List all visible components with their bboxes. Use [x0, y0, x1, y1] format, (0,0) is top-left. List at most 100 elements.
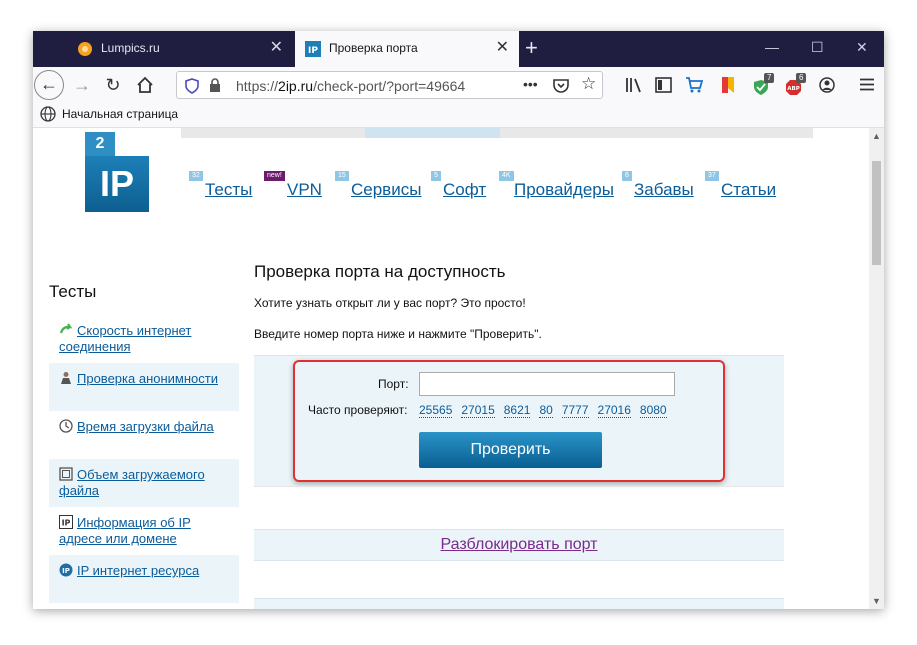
browser-window: Lumpics.ru ✕ IP Проверка порта ✕ + — ☐ ✕… — [33, 31, 884, 609]
shield-badge-count: 7 — [764, 73, 775, 83]
menu-badge: 4K — [499, 171, 514, 181]
menu-badge: new! — [264, 171, 285, 181]
bookmarks-toolbar: Начальная страница — [33, 103, 884, 128]
orange-favicon-icon — [78, 42, 92, 56]
person-icon — [61, 372, 71, 384]
tab-lumpics[interactable]: Lumpics.ru ✕ — [67, 31, 293, 67]
menu-badge: 6 — [622, 171, 632, 181]
highlight-frame: Порт: Часто проверяют: 25565 27015 8621 80 7… — [293, 360, 725, 482]
url-prefix: https:// — [236, 78, 279, 94]
ip-box-icon: IP — [59, 515, 73, 529]
account-icon[interactable] — [819, 77, 835, 93]
navigation-toolbar: ← → ↻ https://2ip.ru/check-port/?port=49… — [33, 67, 884, 103]
back-button[interactable]: ← — [34, 70, 64, 100]
shield-extension-button[interactable]: 7 — [753, 73, 775, 97]
url-host: 2ip.ru — [278, 78, 314, 94]
page-title: Проверка порта на доступность — [254, 262, 506, 281]
cart-icon[interactable] — [685, 76, 703, 94]
menu-badge: 32 — [189, 171, 203, 181]
scrollbar-thumb[interactable] — [872, 161, 881, 265]
frequent-ports-label: Часто проверяют: — [308, 403, 408, 417]
menu-item-vpn[interactable]: VPN — [287, 180, 322, 200]
reload-button[interactable]: ↻ — [101, 73, 125, 97]
speed-arrow-icon — [59, 323, 73, 334]
pocket-icon[interactable] — [553, 78, 569, 93]
unblock-port-link[interactable]: Разблокировать порт — [254, 536, 784, 554]
port-link-7777[interactable]: 7777 — [561, 403, 589, 418]
sidebar-link-label: Время загрузки файла — [77, 419, 214, 434]
port-link-25565[interactable]: 25565 — [419, 403, 453, 418]
sidebar-item-download-time: Время загрузки файла — [49, 411, 239, 459]
menu-item-services[interactable]: Сервисы — [351, 180, 421, 200]
port-link-8621[interactable]: 8621 — [503, 403, 531, 418]
sidebar-link-label: Объем загружаемого файла — [59, 467, 205, 498]
sidebar-link-anonymity[interactable]: Проверка анонимности — [59, 371, 235, 387]
sidebar-item-speed: Скорость интернет соединения — [49, 315, 239, 363]
tab-title: Проверка порта — [329, 41, 418, 55]
divider — [254, 486, 784, 487]
unblock-bar: Разблокировать порт — [254, 529, 784, 561]
url-text[interactable]: https://2ip.ru/check-port/?port=49664 — [236, 78, 465, 94]
ip-globe-icon: IP — [59, 563, 73, 577]
forward-button[interactable]: → — [70, 73, 94, 97]
site-logo-small[interactable]: 2 — [85, 132, 115, 156]
tracking-shield-icon[interactable] — [185, 78, 199, 94]
port-check-form: Порт: Часто проверяют: 25565 27015 8621 80 7… — [254, 355, 784, 486]
menu-badge: 15 — [335, 171, 349, 181]
minimize-icon[interactable]: — — [765, 37, 779, 57]
menu-item-tests[interactable]: Тесты — [205, 180, 252, 200]
url-bar[interactable]: https://2ip.ru/check-port/?port=49664 ••… — [176, 71, 603, 99]
hamburger-menu-icon[interactable] — [860, 78, 874, 91]
close-window-icon[interactable]: ✕ — [856, 37, 868, 57]
menu-item-software[interactable]: Софт — [443, 180, 486, 200]
bookmark-home-page[interactable]: Начальная страница — [62, 107, 178, 121]
sidebar-link-file-size[interactable]: Объем загружаемого файла — [59, 467, 235, 499]
menu-item-articles[interactable]: Статьи — [721, 180, 776, 200]
menu-item-fun[interactable]: Забавы — [634, 180, 694, 200]
check-button[interactable]: Проверить — [419, 432, 602, 468]
adblock-badge-count: 6 — [796, 73, 807, 83]
adblock-extension-button[interactable]: ABP 6 — [785, 73, 809, 97]
svg-text:ABP: ABP — [787, 86, 799, 92]
sidebar-title: Тесты — [49, 282, 97, 301]
menu-badge: 37 — [705, 171, 719, 181]
lock-icon[interactable] — [209, 78, 221, 93]
bookmark-star-icon[interactable]: ☆ — [581, 74, 596, 94]
sidebar-link-label: Проверка анонимности — [77, 371, 218, 386]
maximize-icon[interactable]: ☐ — [811, 37, 824, 57]
library-icon[interactable] — [625, 77, 643, 93]
port-link-8080[interactable]: 8080 — [639, 403, 667, 418]
frame-icon — [59, 467, 73, 481]
bookmark-ribbon-icon[interactable] — [721, 76, 735, 94]
scroll-up-icon[interactable]: ▲ — [872, 131, 881, 141]
tab-bar: Lumpics.ru ✕ IP Проверка порта ✕ + — ☐ ✕ — [33, 31, 884, 67]
menu-badge: 5 — [431, 171, 441, 181]
svg-text:IP: IP — [62, 567, 70, 575]
svg-text:IP: IP — [62, 519, 71, 528]
page-actions-icon[interactable]: ••• — [523, 76, 538, 92]
url-path: /check-port/?port=49664 — [313, 78, 466, 94]
home-icon — [137, 76, 153, 93]
close-tab-icon[interactable]: ✕ — [496, 39, 509, 57]
port-link-27016[interactable]: 27016 — [597, 403, 631, 418]
tab-check-port[interactable]: IP Проверка порта ✕ — [295, 31, 519, 67]
tab-title: Lumpics.ru — [101, 41, 160, 55]
sidebar-link-ip-info[interactable]: IP Информация об IP адресе или домене — [59, 515, 235, 547]
clock-icon — [59, 419, 73, 433]
sidebar-link-speed[interactable]: Скорость интернет соединения — [59, 323, 235, 355]
home-button[interactable] — [133, 73, 157, 97]
site-logo[interactable]: IP — [85, 156, 149, 212]
sidebar-link-download-time[interactable]: Время загрузки файла — [59, 419, 235, 435]
new-tab-icon[interactable]: + — [525, 36, 538, 60]
port-input[interactable] — [419, 372, 675, 396]
menu-item-providers[interactable]: Провайдеры — [514, 180, 614, 200]
port-link-80[interactable]: 80 — [539, 403, 553, 418]
port-link-27015[interactable]: 27015 — [461, 403, 495, 418]
close-tab-icon[interactable]: ✕ — [270, 39, 283, 57]
sidebar-item-file-size: Объем загружаемого файла — [49, 459, 239, 507]
sidebar-item-resource-ip: IP IP интернет ресурса — [49, 555, 239, 603]
sidebar-link-resource-ip[interactable]: IP IP интернет ресурса — [59, 563, 235, 579]
vertical-scrollbar[interactable]: ▲ ▼ — [869, 128, 884, 609]
sidebar-icon[interactable] — [655, 77, 672, 93]
scroll-down-icon[interactable]: ▼ — [872, 596, 881, 606]
